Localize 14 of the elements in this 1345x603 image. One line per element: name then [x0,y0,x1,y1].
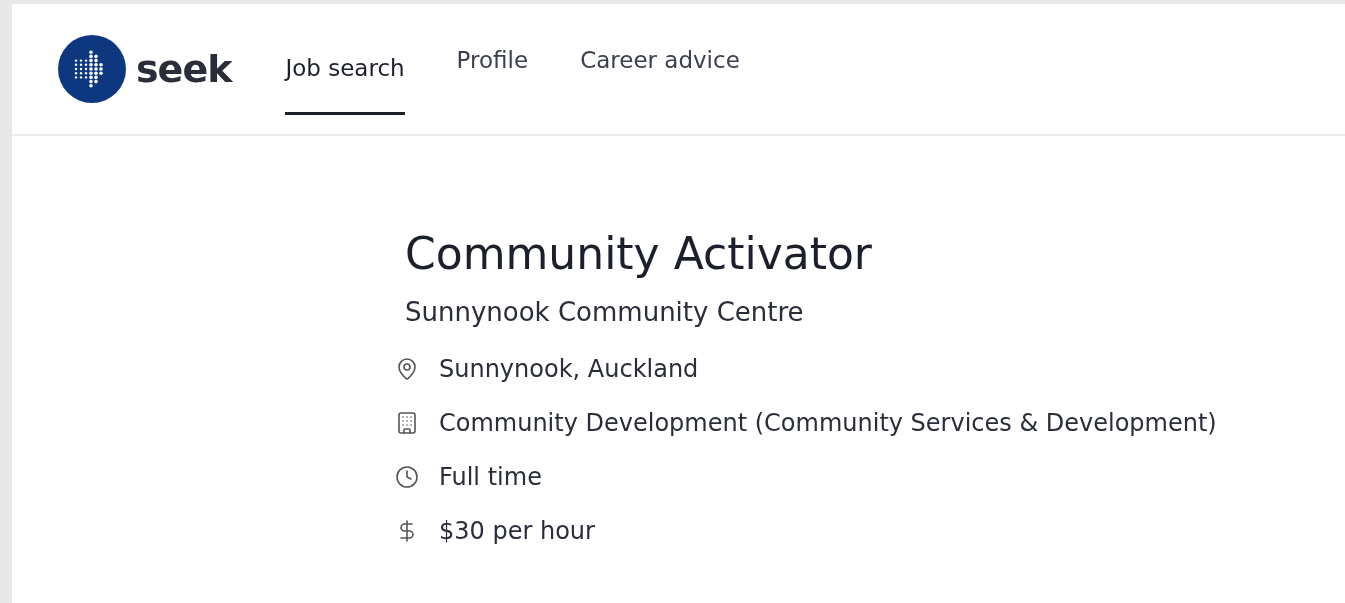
building-icon [395,411,419,435]
logo-icon [58,35,126,103]
nav-tab[interactable]: Profile [456,47,529,73]
job-detail-text: Sunnynook, Auckland [439,355,699,383]
location-pin-icon [395,357,419,381]
job-detail-text: Full time [439,463,542,491]
logo-text[interactable]: seek [136,47,232,91]
job-detail-text: $30 per hour [439,517,595,545]
job-title: Community Activator [405,228,873,279]
nav-tab[interactable]: Career advice [580,47,740,73]
job-detail-text: Community Development (Community Services & Development) [439,409,1217,437]
nav-tab[interactable]: Job search [285,21,405,115]
company-name: Sunnynook Community Centre [405,297,805,327]
clock-icon [395,465,419,489]
